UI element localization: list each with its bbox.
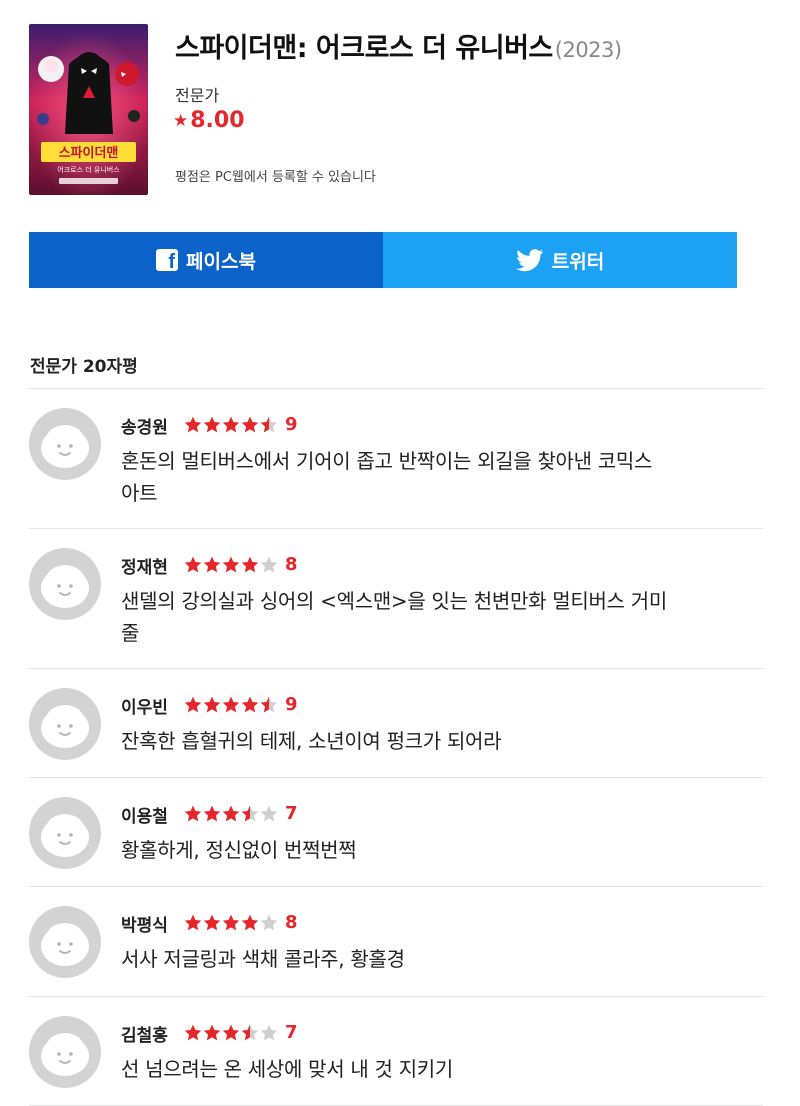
review-star-rating: 8 [184,912,298,933]
star-full-icon [222,556,240,572]
star-empty-icon [260,805,278,821]
star-full-icon [203,805,221,821]
review-score: 9 [285,694,298,715]
reviewer-avatar [29,906,101,978]
poster-subtitle-text: 어크로스 더 유니버스 [57,165,120,174]
reviewer-name: 송경원 [121,418,168,438]
star-full-icon [203,696,221,712]
review-score: 8 [285,912,298,933]
reviewer-name: 이용철 [121,807,168,827]
review-text: 잔혹한 흡혈귀의 테제, 소년이여 펑크가 되어라 [121,725,751,757]
review-text-line: 줄 [121,621,140,645]
review-text: 혼돈의 멀티버스에서 기어이 좁고 반짝이는 외길을 찾아낸 코믹스아트 [121,445,751,509]
score-label: 전문가 [175,86,220,105]
review-star-rating: 9 [184,694,298,715]
star-full-icon [184,416,202,432]
expert-score: ★ 8.00 [173,108,245,133]
reviewer-avatar [29,548,101,620]
review-item: 박평식 8 서사 저글링과 색채 콜라주, 황홀경 [29,887,763,997]
movie-header: 스파이더맨 어크로스 더 유니버스 스파이더맨: 어크로스 더 유니버스(202… [0,0,800,210]
share-bar: f 페이스북 트위터 [29,232,737,288]
movie-poster[interactable]: 스파이더맨 어크로스 더 유니버스 [29,24,148,195]
review-score: 7 [285,803,298,824]
review-item: 김철홍 7 선 넘으려는 온 세상에 맞서 내 것 지키기 [29,997,763,1106]
movie-year: (2023) [554,38,622,62]
star-full-icon [241,696,259,712]
movie-title: 스파이더맨: 어크로스 더 유니버스(2023) [175,26,622,65]
review-item: 정재현 8 샌델의 강의실과 싱어의 <엑스맨>을 잇는 천변만화 멀티버스 거… [29,529,763,669]
star-empty-icon [260,914,278,930]
reviewer-name: 김철홍 [121,1026,168,1046]
review-text: 샌델의 강의실과 싱어의 <엑스맨>을 잇는 천변만화 멀티버스 거미줄 [121,585,751,649]
review-star-rating: 8 [184,554,298,575]
review-text-line: 샌델의 강의실과 싱어의 <엑스맨>을 잇는 천변만화 멀티버스 거미 [121,589,667,613]
review-score: 7 [285,1022,298,1043]
reviewer-avatar [29,408,101,480]
star-full-icon [222,696,240,712]
star-full-icon [184,556,202,572]
movie-title-text: 스파이더맨: 어크로스 더 유니버스 [175,33,553,64]
star-half-icon [260,416,278,432]
twitter-bird-icon [515,248,544,272]
review-score: 9 [285,414,298,435]
twitter-share-button[interactable]: 트위터 [383,232,737,288]
star-full-icon [184,914,202,930]
reviewer-avatar [29,797,101,869]
review-text-line: 혼돈의 멀티버스에서 기어이 좁고 반짝이는 외길을 찾아낸 코믹스 [121,449,653,473]
review-text-line: 서사 저글링과 색채 콜라주, 황홀경 [121,947,405,971]
review-score: 8 [285,554,298,575]
star-full-icon [222,805,240,821]
review-text-line: 황홀하게, 정신없이 번쩍번쩍 [121,838,357,862]
star-full-icon [222,1024,240,1040]
star-full-icon [184,805,202,821]
score-value: 8.00 [190,108,245,133]
star-full-icon [203,914,221,930]
star-full-icon [184,1024,202,1040]
poster-image: 스파이더맨 어크로스 더 유니버스 [29,24,148,195]
star-full-icon [184,696,202,712]
star-full-icon [241,416,259,432]
star-half-icon [241,1024,259,1040]
review-text-line: 선 넘으려는 온 세상에 맞서 내 것 지키기 [121,1057,454,1081]
rating-note: 평점은 PC웹에서 등록할 수 있습니다 [175,170,376,185]
star-full-icon [203,1024,221,1040]
review-star-rating: 7 [184,803,298,824]
reviewer-avatar [29,688,101,760]
facebook-icon: f [156,249,179,273]
facebook-share-button[interactable]: f 페이스북 [29,232,383,288]
star-icon: ★ [173,110,189,131]
review-item: 송경원 9 혼돈의 멀티버스에서 기어이 좁고 반짝이는 외길을 찾아낸 코믹스… [29,389,763,529]
review-text-line: 잔혹한 흡혈귀의 테제, 소년이여 펑크가 되어라 [121,729,502,753]
reviewer-name: 박평식 [121,916,168,936]
review-item: 이우빈 9 잔혹한 흡혈귀의 테제, 소년이여 펑크가 되어라 [29,669,763,778]
star-half-icon [260,696,278,712]
review-text: 황홀하게, 정신없이 번쩍번쩍 [121,834,751,866]
review-text-line: 아트 [121,481,158,505]
facebook-share-label: 페이스북 [186,250,256,273]
reviewer-name: 정재현 [121,558,168,578]
star-full-icon [203,556,221,572]
review-text: 선 넘으려는 온 세상에 맞서 내 것 지키기 [121,1053,751,1085]
reviews-section-title: 전문가 20자평 [30,357,138,377]
reviewer-name: 이우빈 [121,698,168,718]
review-star-rating: 9 [184,414,298,435]
review-star-rating: 7 [184,1022,298,1043]
star-full-icon [241,556,259,572]
review-text: 서사 저글링과 색채 콜라주, 황홀경 [121,943,751,975]
star-full-icon [241,914,259,930]
review-item: 이용철 7 황홀하게, 정신없이 번쩍번쩍 [29,778,763,887]
star-full-icon [222,914,240,930]
poster-title-text: 스파이더맨 [59,145,119,161]
star-empty-icon [260,556,278,572]
twitter-share-label: 트위터 [551,250,605,273]
star-full-icon [222,416,240,432]
star-full-icon [203,416,221,432]
star-empty-icon [260,1024,278,1040]
star-half-icon [241,805,259,821]
reviewer-avatar [29,1016,101,1088]
